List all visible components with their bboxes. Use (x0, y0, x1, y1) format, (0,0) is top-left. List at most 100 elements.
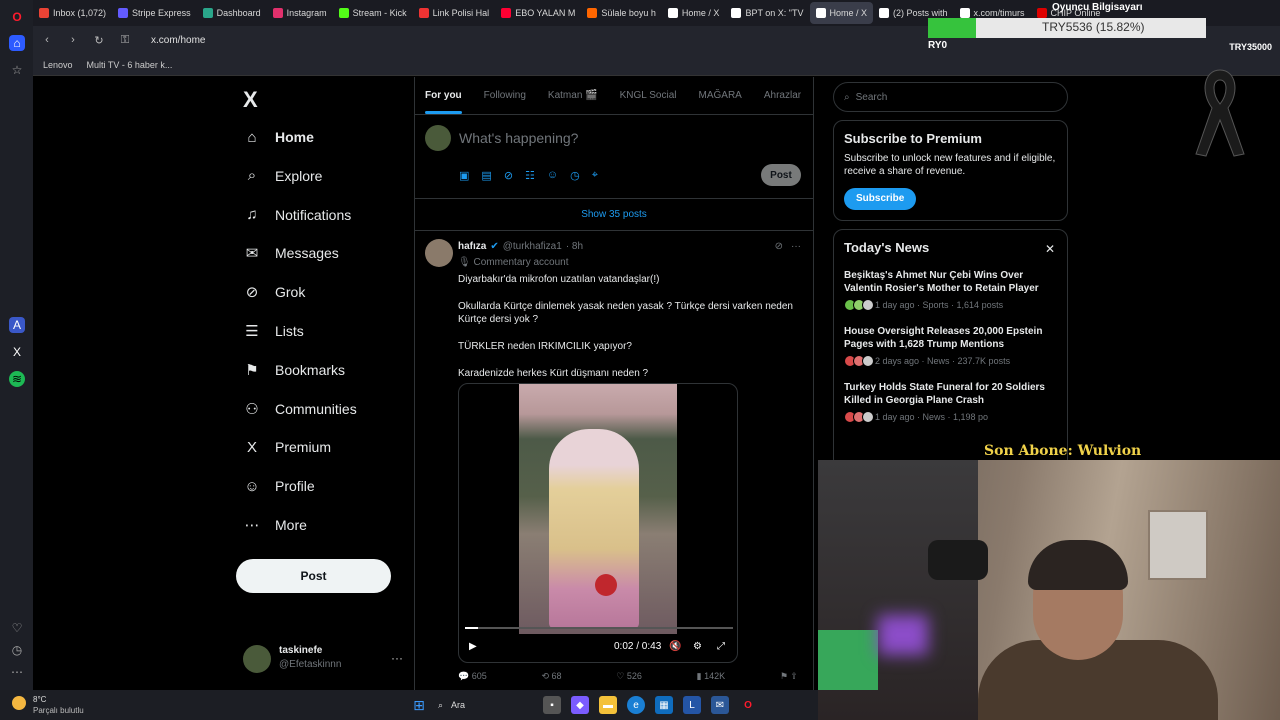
post-button[interactable]: Post (236, 559, 391, 593)
reply-button[interactable]: 💬 605 (458, 671, 487, 682)
reload-icon[interactable]: ↻ (93, 34, 105, 47)
show-posts-link[interactable]: Show 35 posts (415, 199, 813, 231)
account-switcher[interactable]: taskinefe @Efetaskinnn ··· (243, 643, 403, 675)
nav-item-label: Communities (275, 400, 357, 417)
edge-icon[interactable]: e (627, 696, 645, 714)
grok-icon: ⊘ (245, 284, 259, 302)
nav-item-profile[interactable]: ☺ Profile (243, 472, 314, 500)
x-logo-icon[interactable]: X (243, 87, 258, 113)
timeline-tab[interactable]: Following (484, 90, 526, 101)
browser-tab[interactable]: Inbox (1,072) (33, 2, 112, 24)
avatar[interactable] (425, 239, 453, 267)
browser-tab[interactable]: Instagram (267, 2, 333, 24)
close-icon[interactable]: ✕ (1045, 242, 1055, 256)
timeline-tab[interactable]: For you (425, 90, 462, 114)
search-input[interactable]: Search (856, 92, 888, 103)
timeline-tab[interactable]: Katman 🎬 (548, 90, 598, 101)
bookmark-icon[interactable]: ⚑ ⇪ (780, 671, 798, 682)
star-icon[interactable]: ☆ (9, 62, 25, 78)
browser-tab[interactable]: Dashboard (197, 2, 267, 24)
tweet-time[interactable]: · 8h (566, 241, 583, 252)
taskbar-search[interactable]: ⌕ Ara (438, 696, 533, 714)
more-icon[interactable]: ⋯ (9, 664, 25, 680)
url-field[interactable]: x.com/home (151, 35, 205, 46)
more-icon[interactable]: ··· (391, 651, 403, 665)
like-button[interactable]: ♡ 526 (616, 671, 642, 682)
forward-icon[interactable]: › (67, 34, 79, 46)
timeline-tab[interactable]: KNGL Social (620, 90, 677, 101)
windows-start-icon[interactable]: ⊞ (410, 696, 428, 714)
timeline-tab[interactable]: Ahrazlar (764, 90, 801, 101)
aria-icon[interactable]: A (9, 317, 25, 333)
gif-icon[interactable]: ▤ (481, 169, 491, 182)
browser-tab-label: Dashboard (216, 8, 261, 18)
nav-item-communities[interactable]: ⚇ Communities (243, 395, 357, 423)
tweet-handle[interactable]: @turkhafiza1 (503, 241, 562, 252)
compose-input[interactable]: What's happening? (459, 130, 578, 146)
grok-icon[interactable]: ⊘ (504, 169, 513, 182)
tweet[interactable]: hafıza ✔ @turkhafiza1 · 8h 🎙 Commentary … (415, 231, 813, 690)
nav-item-bookmarks[interactable]: ⚑ Bookmarks (243, 356, 345, 384)
news-headline: House Oversight Releases 20,000 Epstein … (844, 326, 1043, 350)
tweet-author[interactable]: hafıza (458, 241, 486, 252)
bookmark-multitv[interactable]: Multi TV - 6 haber k... (87, 60, 173, 70)
settings-icon[interactable]: ⚙ (693, 641, 702, 652)
fullscreen-icon[interactable]: ⤢ (717, 641, 725, 652)
news-item[interactable]: Beşiktaş's Ahmet Nur Çebi Wins Over Vale… (844, 269, 1057, 311)
location-icon[interactable]: ⌖ (592, 169, 598, 182)
store-icon[interactable]: ▦ (655, 696, 673, 714)
opera-icon[interactable]: O (739, 696, 757, 714)
views-button[interactable]: ▮ 142K (697, 671, 725, 682)
browser-tab[interactable]: Home / X (809, 2, 874, 24)
subscribe-button[interactable]: Subscribe (844, 188, 917, 210)
tweet-text-line: TÜRKLER neden IRKIMCILIK yapıyor? (458, 341, 632, 352)
browser-tab[interactable]: BPT on X: "TV (725, 2, 809, 24)
nav-item-explore[interactable]: ⌕ Explore (243, 162, 323, 190)
more-icon[interactable]: ··· (791, 241, 801, 252)
browser-tab[interactable]: EBO YALAN M (495, 2, 581, 24)
copilot-icon[interactable]: ◆ (571, 696, 589, 714)
lenovo-icon[interactable]: L (683, 696, 701, 714)
nav-item-messages[interactable]: ✉ Messages (243, 239, 339, 267)
heart-icon[interactable]: ♡ (9, 620, 25, 636)
schedule-icon[interactable]: ◷ (570, 169, 580, 182)
video-player[interactable]: ▶ 0:02 / 0:43 🔇 ⚙ ⤢ (458, 383, 738, 663)
nav-item-grok[interactable]: ⊘ Grok (243, 278, 306, 306)
compose-post-button[interactable]: Post (761, 164, 801, 186)
repost-button[interactable]: ⟲ 68 (541, 671, 561, 682)
video-progress[interactable] (465, 627, 733, 629)
nav-item-more[interactable]: ⋯ More (243, 511, 307, 539)
opera-logo-icon[interactable]: O (9, 9, 25, 25)
browser-tab[interactable]: Stripe Express (112, 2, 197, 24)
mail-icon[interactable]: ✉ (711, 696, 729, 714)
bookmark-lenovo[interactable]: Lenovo (43, 60, 73, 70)
emoji-icon[interactable]: ☺ (547, 169, 558, 182)
history-icon[interactable]: ◷ (9, 642, 25, 658)
nav-item-notifications[interactable]: ♫ Notifications (243, 201, 351, 229)
nav-item-lists[interactable]: ☰ Lists (243, 317, 304, 345)
home-icon[interactable]: ⌂ (9, 35, 25, 51)
grok-icon[interactable]: ⊘ (775, 241, 783, 252)
site-info-icon[interactable]: ⚿ (119, 34, 131, 47)
browser-tab[interactable]: Sülale boyu h (581, 2, 662, 24)
nav-item-home[interactable]: ⌂ Home (243, 123, 313, 151)
browser-tab[interactable]: Home / X (662, 2, 726, 24)
explorer-icon[interactable]: ▬ (599, 696, 617, 714)
news-item[interactable]: House Oversight Releases 20,000 Epstein … (844, 325, 1057, 367)
search-icon: ⌕ (247, 167, 257, 185)
webcam-microphone (928, 540, 988, 580)
spotify-icon[interactable]: ≋ (9, 371, 25, 387)
browser-tab[interactable]: Stream - Kick (333, 2, 413, 24)
timeline-tab[interactable]: MAĞARA (699, 90, 742, 101)
x-app-icon[interactable]: X (9, 344, 25, 360)
browser-tab[interactable]: Link Polisi Hal (413, 2, 496, 24)
task-view-icon[interactable]: ▪ (543, 696, 561, 714)
play-icon[interactable]: ▶ (469, 641, 477, 652)
mute-icon[interactable]: 🔇 (669, 641, 681, 652)
search-box[interactable]: ⌕ Search (833, 82, 1068, 112)
image-icon[interactable]: ▣ (459, 169, 469, 182)
poll-icon[interactable]: ☷ (525, 169, 535, 182)
nav-item-premium[interactable]: X Premium (243, 433, 331, 461)
back-icon[interactable]: ‹ (41, 34, 53, 46)
news-item[interactable]: Turkey Holds State Funeral for 20 Soldie… (844, 381, 1057, 423)
